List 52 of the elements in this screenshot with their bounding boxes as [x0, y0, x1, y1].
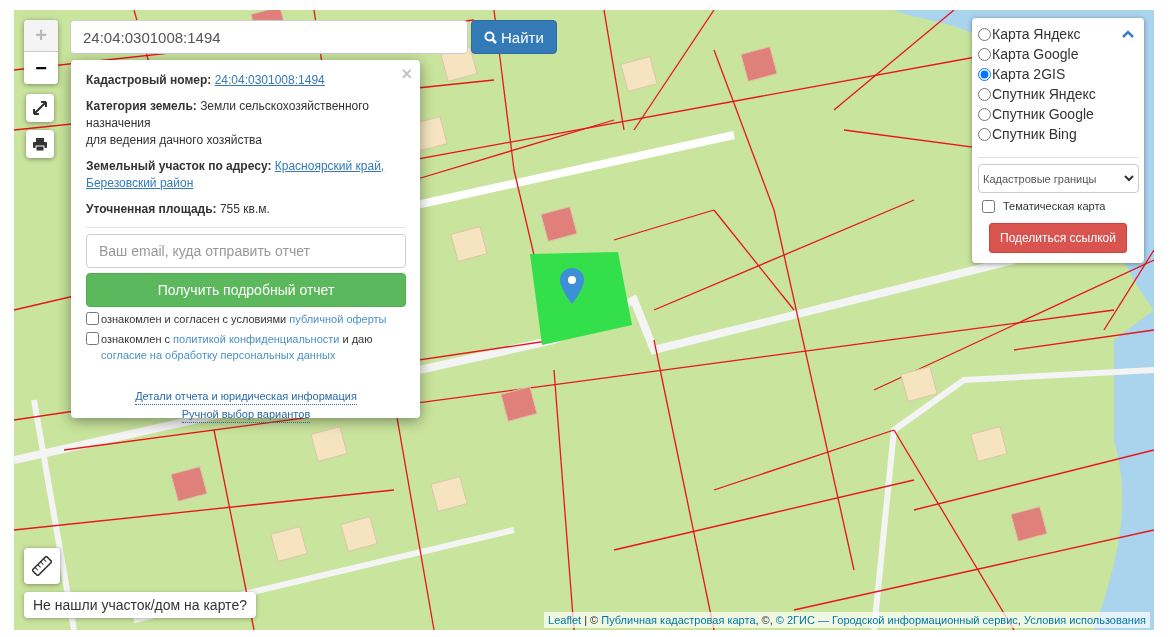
fullscreen-button[interactable]: [26, 94, 54, 122]
ruler-icon: [32, 556, 52, 576]
agreement-link[interactable]: публичной оферты: [289, 313, 387, 325]
chevron-up-icon[interactable]: [1122, 30, 1134, 38]
agreement-link[interactable]: согласие на обработку персональных данных: [101, 349, 336, 361]
agreement-link[interactable]: политикой конфиденциальности: [173, 333, 340, 345]
layer-option[interactable]: Спутник Яндекс: [978, 84, 1138, 104]
agreement-checkbox[interactable]: [86, 332, 99, 345]
attribution-link[interactable]: © 2ГИС — Городской информационный сервис: [775, 614, 1018, 626]
layer-option[interactable]: Карта Google: [978, 44, 1138, 64]
info-link[interactable]: Красноярский край,: [274, 159, 385, 173]
attribution-link[interactable]: Условия использования: [1023, 614, 1146, 626]
chevron-down-icon: [1124, 175, 1134, 182]
agreement-checkbox[interactable]: [86, 312, 99, 325]
layer-radio[interactable]: [978, 47, 991, 61]
thematic-checkbox[interactable]: [982, 200, 995, 213]
info-field: Категория земель: Земли сельскохозяйственного назначения для ведения дачного хозяйства: [86, 98, 406, 149]
not-found-button[interactable]: Не нашли участок/дом на карте?: [24, 592, 256, 618]
layer-radio[interactable]: [978, 27, 991, 41]
attribution-link[interactable]: Leaflet: [548, 614, 582, 626]
print-button[interactable]: [26, 130, 54, 158]
layer-radio[interactable]: [978, 107, 991, 121]
email-field[interactable]: Ваш email, куда отправить отчет: [86, 234, 406, 268]
search-icon: [484, 30, 497, 44]
overlay-select[interactable]: Кадастровые границы: [978, 164, 1139, 193]
agreement-text: ознакомлен и согласен с условиями публичной оферты: [101, 312, 387, 327]
agreement-text: ознакомлен с политикой конфиденциальности и даю согласие на обработку персональных данных: [101, 332, 374, 363]
layer-option[interactable]: Спутник Bing: [978, 124, 1138, 144]
details-link[interactable]: Детали отчета и юридическая информация: [135, 389, 357, 405]
zoom-out-button[interactable]: −: [24, 52, 58, 84]
get-report-button[interactable]: Получить подробный отчет: [86, 273, 406, 307]
printer-icon: [33, 137, 47, 151]
share-link-button[interactable]: Поделиться ссылкой: [989, 223, 1127, 253]
layer-radio[interactable]: [978, 87, 991, 101]
expand-icon: [33, 101, 47, 115]
details-link[interactable]: Ручной выбор вариантов: [181, 407, 311, 423]
thematic-label: Тематическая карта: [1003, 200, 1106, 212]
info-link[interactable]: 24:04:0301008:1494: [214, 73, 325, 87]
layer-option[interactable]: Спутник Google: [978, 104, 1138, 124]
info-field: Уточненная площадь: 755 кв.м.: [86, 201, 406, 218]
layer-radio[interactable]: [978, 67, 991, 81]
layer-option[interactable]: Карта 2GIS: [978, 64, 1138, 84]
attribution-text: Leaflet | © Публичная кадастровая карта, ©, © 2ГИС — Городской информационный сервис, Условия использования: [544, 612, 1150, 628]
ruler-button[interactable]: [24, 548, 60, 584]
layer-radio[interactable]: [978, 127, 991, 141]
find-button[interactable]: Найти: [471, 20, 557, 54]
info-link[interactable]: Березовский район: [86, 176, 194, 190]
layer-option[interactable]: Карта Яндекс: [978, 24, 1138, 44]
info-field: Земельный участок по адресу: Красноярский край, Березовский район: [86, 158, 406, 192]
attribution-link[interactable]: Публичная кадастровая карта: [601, 614, 756, 626]
search-field[interactable]: 24:04:0301008:1494: [70, 20, 468, 54]
map-marker-icon[interactable]: [560, 268, 584, 304]
